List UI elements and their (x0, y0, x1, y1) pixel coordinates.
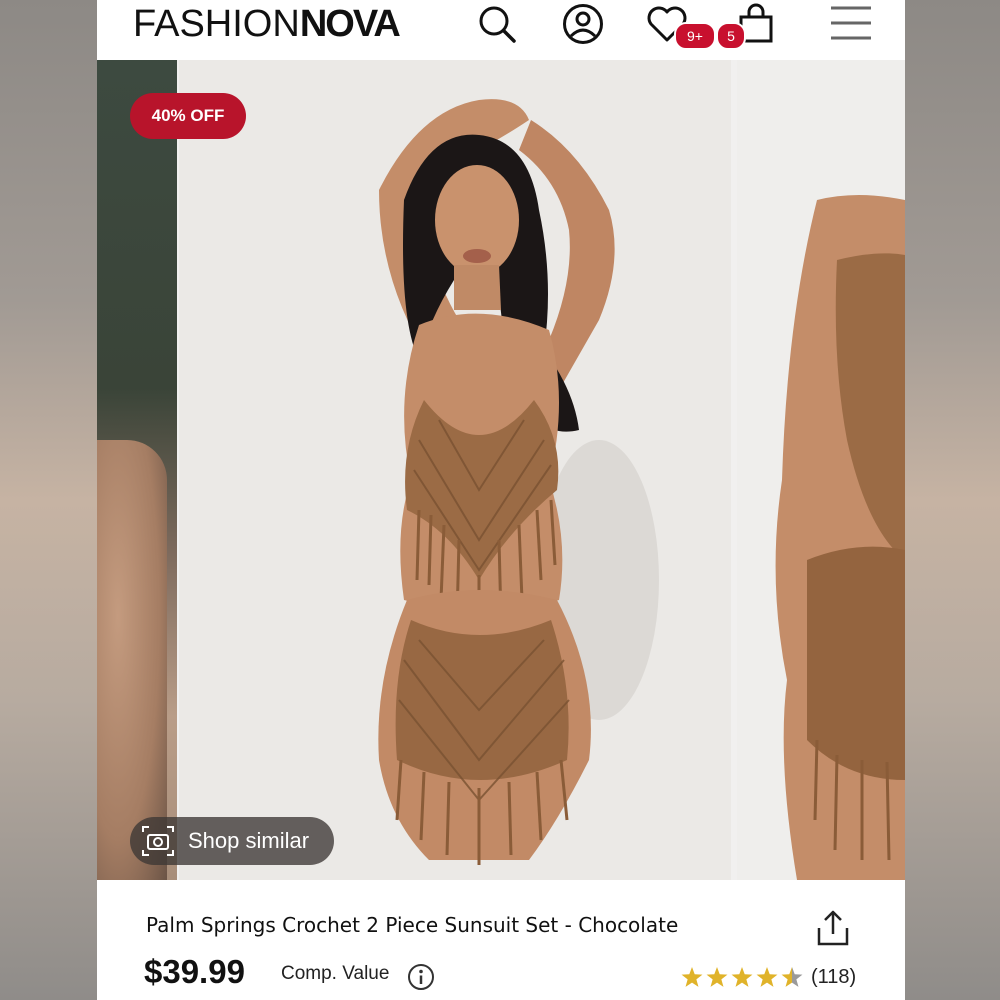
product-image-previous[interactable] (97, 60, 177, 880)
product-image-main[interactable] (179, 60, 731, 880)
star-icon (781, 967, 803, 987)
product-title: Palm Springs Crochet 2 Piece Sunsuit Set… (146, 913, 679, 937)
product-image-next[interactable] (737, 60, 905, 880)
star-icon (756, 967, 778, 987)
logo-text-light: FASHION (133, 3, 300, 45)
menu-icon[interactable] (829, 2, 873, 46)
camera-icon (142, 826, 174, 856)
top-nav: FASHIONNOVA 9+ 5 (97, 0, 905, 58)
shop-similar-label: Shop similar (188, 828, 310, 853)
wishlist-count-badge: 9+ (674, 22, 716, 50)
logo-text-bold: NOVA (299, 3, 401, 45)
product-price: $39.99 (144, 953, 245, 990)
star-icon (731, 967, 753, 987)
shop-similar-button[interactable]: Shop similar (130, 817, 334, 865)
brand-logo[interactable]: FASHIONNOVA (133, 3, 401, 46)
share-icon[interactable] (813, 908, 853, 948)
comp-value-label: Comp. Value (281, 963, 390, 984)
background-right (905, 0, 1000, 1000)
product-image-carousel[interactable]: 40% OFF Shop similar (97, 60, 905, 880)
rating-stars[interactable] (680, 966, 805, 990)
star-icon (681, 967, 703, 987)
image-content (97, 440, 167, 880)
star-icon (706, 967, 728, 987)
search-icon[interactable] (475, 2, 519, 46)
discount-badge: 40% OFF (130, 93, 246, 139)
account-icon[interactable] (561, 2, 605, 46)
info-icon[interactable] (407, 963, 435, 991)
product-info: Palm Springs Crochet 2 Piece Sunsuit Set… (97, 880, 905, 1000)
app-screen: FASHIONNOVA 9+ 5 40% OFF Shop similar Pa… (97, 0, 905, 1000)
review-count[interactable]: (118) (811, 966, 856, 989)
background-left (0, 0, 97, 1000)
cart-count-badge: 5 (716, 22, 746, 50)
